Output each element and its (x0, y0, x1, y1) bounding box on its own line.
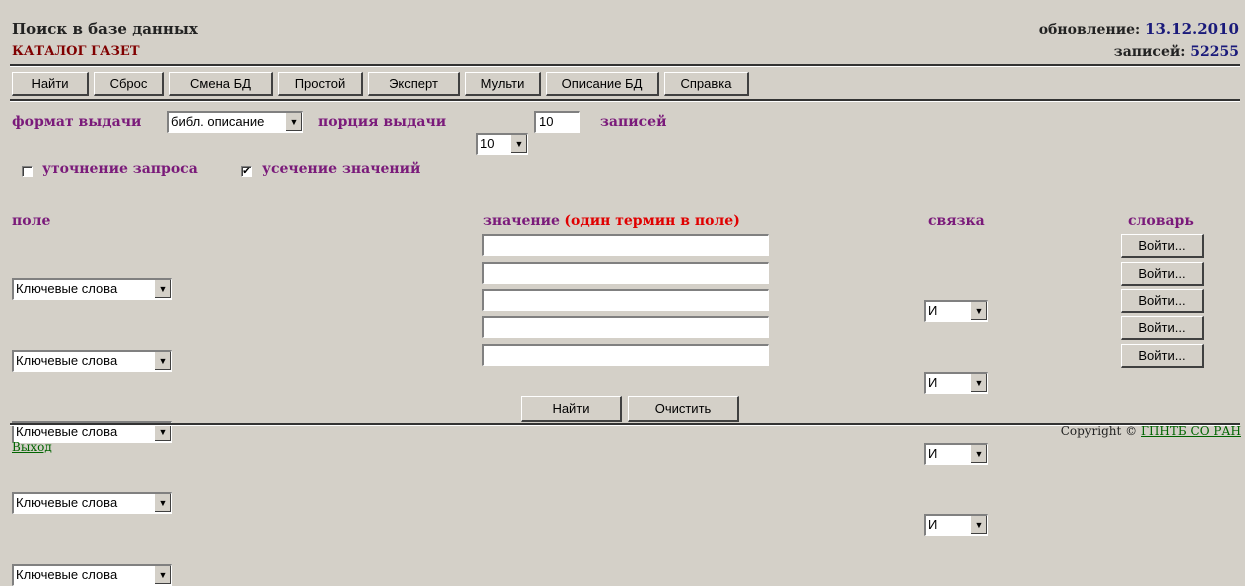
value-input[interactable] (482, 316, 769, 338)
format-select-value: библ. описание (171, 114, 265, 129)
value-column-header: значение (один термин в поле) (483, 213, 740, 229)
value-input[interactable] (482, 289, 769, 311)
link-column-header: связка (928, 213, 985, 229)
portion-select-value: 10 (480, 136, 495, 151)
copyright-link[interactable]: ГПНТБ СО РАН (1141, 424, 1241, 438)
update-label: обновление: (1038, 22, 1141, 38)
records-info: записей: 52255 (1114, 44, 1239, 60)
dictionary-enter-button[interactable]: Войти... (1121, 316, 1204, 340)
divider (10, 64, 1240, 67)
dropdown-arrow-icon: ▼ (285, 113, 302, 131)
portion-select[interactable]: 10 ▼ (476, 133, 528, 155)
records-count: 52255 (1190, 44, 1239, 60)
multi-mode-button[interactable]: Мульти (465, 72, 541, 96)
search-button[interactable]: Найти (12, 72, 89, 96)
reset-button[interactable]: Сброс (94, 72, 164, 96)
field-select-value: Ключевые слова (16, 424, 118, 439)
link-select[interactable]: И ▼ (924, 514, 988, 536)
toolbar: Найти Сброс Смена БД Простой Эксперт Мул… (12, 72, 749, 96)
dropdown-arrow-icon: ▼ (154, 352, 171, 370)
records-suffix-label: записей (600, 114, 667, 130)
link-select-value: И (928, 375, 938, 390)
help-button[interactable]: Справка (664, 72, 749, 96)
update-date: 13.12.2010 (1145, 20, 1239, 38)
divider (10, 99, 1240, 102)
link-select[interactable]: И ▼ (924, 300, 988, 322)
dropdown-arrow-icon: ▼ (970, 302, 987, 320)
dropdown-arrow-icon: ▼ (154, 494, 171, 512)
page-title: Поиск в базе данных (12, 20, 198, 38)
simple-mode-button[interactable]: Простой (278, 72, 363, 96)
field-select-value: Ключевые слова (16, 495, 118, 510)
dictionary-enter-button[interactable]: Войти... (1121, 344, 1204, 368)
dropdown-arrow-icon: ▼ (510, 135, 527, 153)
format-label: формат выдачи (12, 114, 142, 130)
submit-search-button[interactable]: Найти (521, 396, 622, 422)
field-column-header: поле (12, 213, 51, 229)
field-select[interactable]: Ключевые слова ▼ (12, 278, 172, 300)
dropdown-arrow-icon: ▼ (154, 566, 171, 584)
truncate-values-label: усечение значений (262, 161, 421, 177)
dropdown-arrow-icon: ▼ (970, 445, 987, 463)
dropdown-arrow-icon: ▼ (970, 374, 987, 392)
records-label: записей: (1113, 44, 1186, 60)
field-select-value: Ключевые слова (16, 281, 118, 296)
refine-query-label: уточнение запроса (42, 161, 198, 177)
exit-link[interactable]: Выход (12, 440, 52, 454)
clear-button[interactable]: Очистить (628, 396, 739, 422)
dictionary-enter-button[interactable]: Войти... (1121, 289, 1204, 313)
refine-query-checkbox[interactable] (22, 166, 33, 177)
dictionary-column-header: словарь (1128, 213, 1194, 229)
field-select-value: Ключевые слова (16, 567, 118, 582)
truncate-values-checkbox[interactable]: ✔ (241, 166, 252, 177)
change-db-button[interactable]: Смена БД (169, 72, 273, 96)
expert-mode-button[interactable]: Эксперт (368, 72, 460, 96)
dropdown-arrow-icon: ▼ (970, 516, 987, 534)
value-input[interactable] (482, 344, 769, 366)
value-input[interactable] (482, 262, 769, 284)
dictionary-enter-button[interactable]: Войти... (1121, 234, 1204, 258)
dictionary-enter-button[interactable]: Войти... (1121, 262, 1204, 286)
db-description-button[interactable]: Описание БД (546, 72, 659, 96)
value-header-note: (один термин в поле) (564, 213, 740, 229)
dropdown-arrow-icon: ▼ (154, 280, 171, 298)
link-select-value: И (928, 517, 938, 532)
value-header-label: значение (483, 213, 560, 229)
link-select[interactable]: И ▼ (924, 372, 988, 394)
field-select-value: Ключевые слова (16, 353, 118, 368)
portion-input[interactable]: 10 (534, 111, 580, 133)
copyright: Copyright © ГПНТБ СО РАН (1061, 424, 1241, 438)
link-select-value: И (928, 303, 938, 318)
field-select[interactable]: Ключевые слова ▼ (12, 350, 172, 372)
field-select[interactable]: Ключевые слова ▼ (12, 564, 172, 586)
update-info: обновление: 13.12.2010 (1039, 20, 1239, 38)
format-select[interactable]: библ. описание ▼ (167, 111, 303, 133)
link-select[interactable]: И ▼ (924, 443, 988, 465)
portion-label: порция выдачи (318, 114, 447, 130)
divider (10, 423, 1240, 426)
database-name: КАТАЛОГ ГАЗЕТ (12, 44, 140, 59)
copyright-text: Copyright © (1060, 424, 1138, 438)
field-select[interactable]: Ключевые слова ▼ (12, 492, 172, 514)
value-input[interactable] (482, 234, 769, 256)
